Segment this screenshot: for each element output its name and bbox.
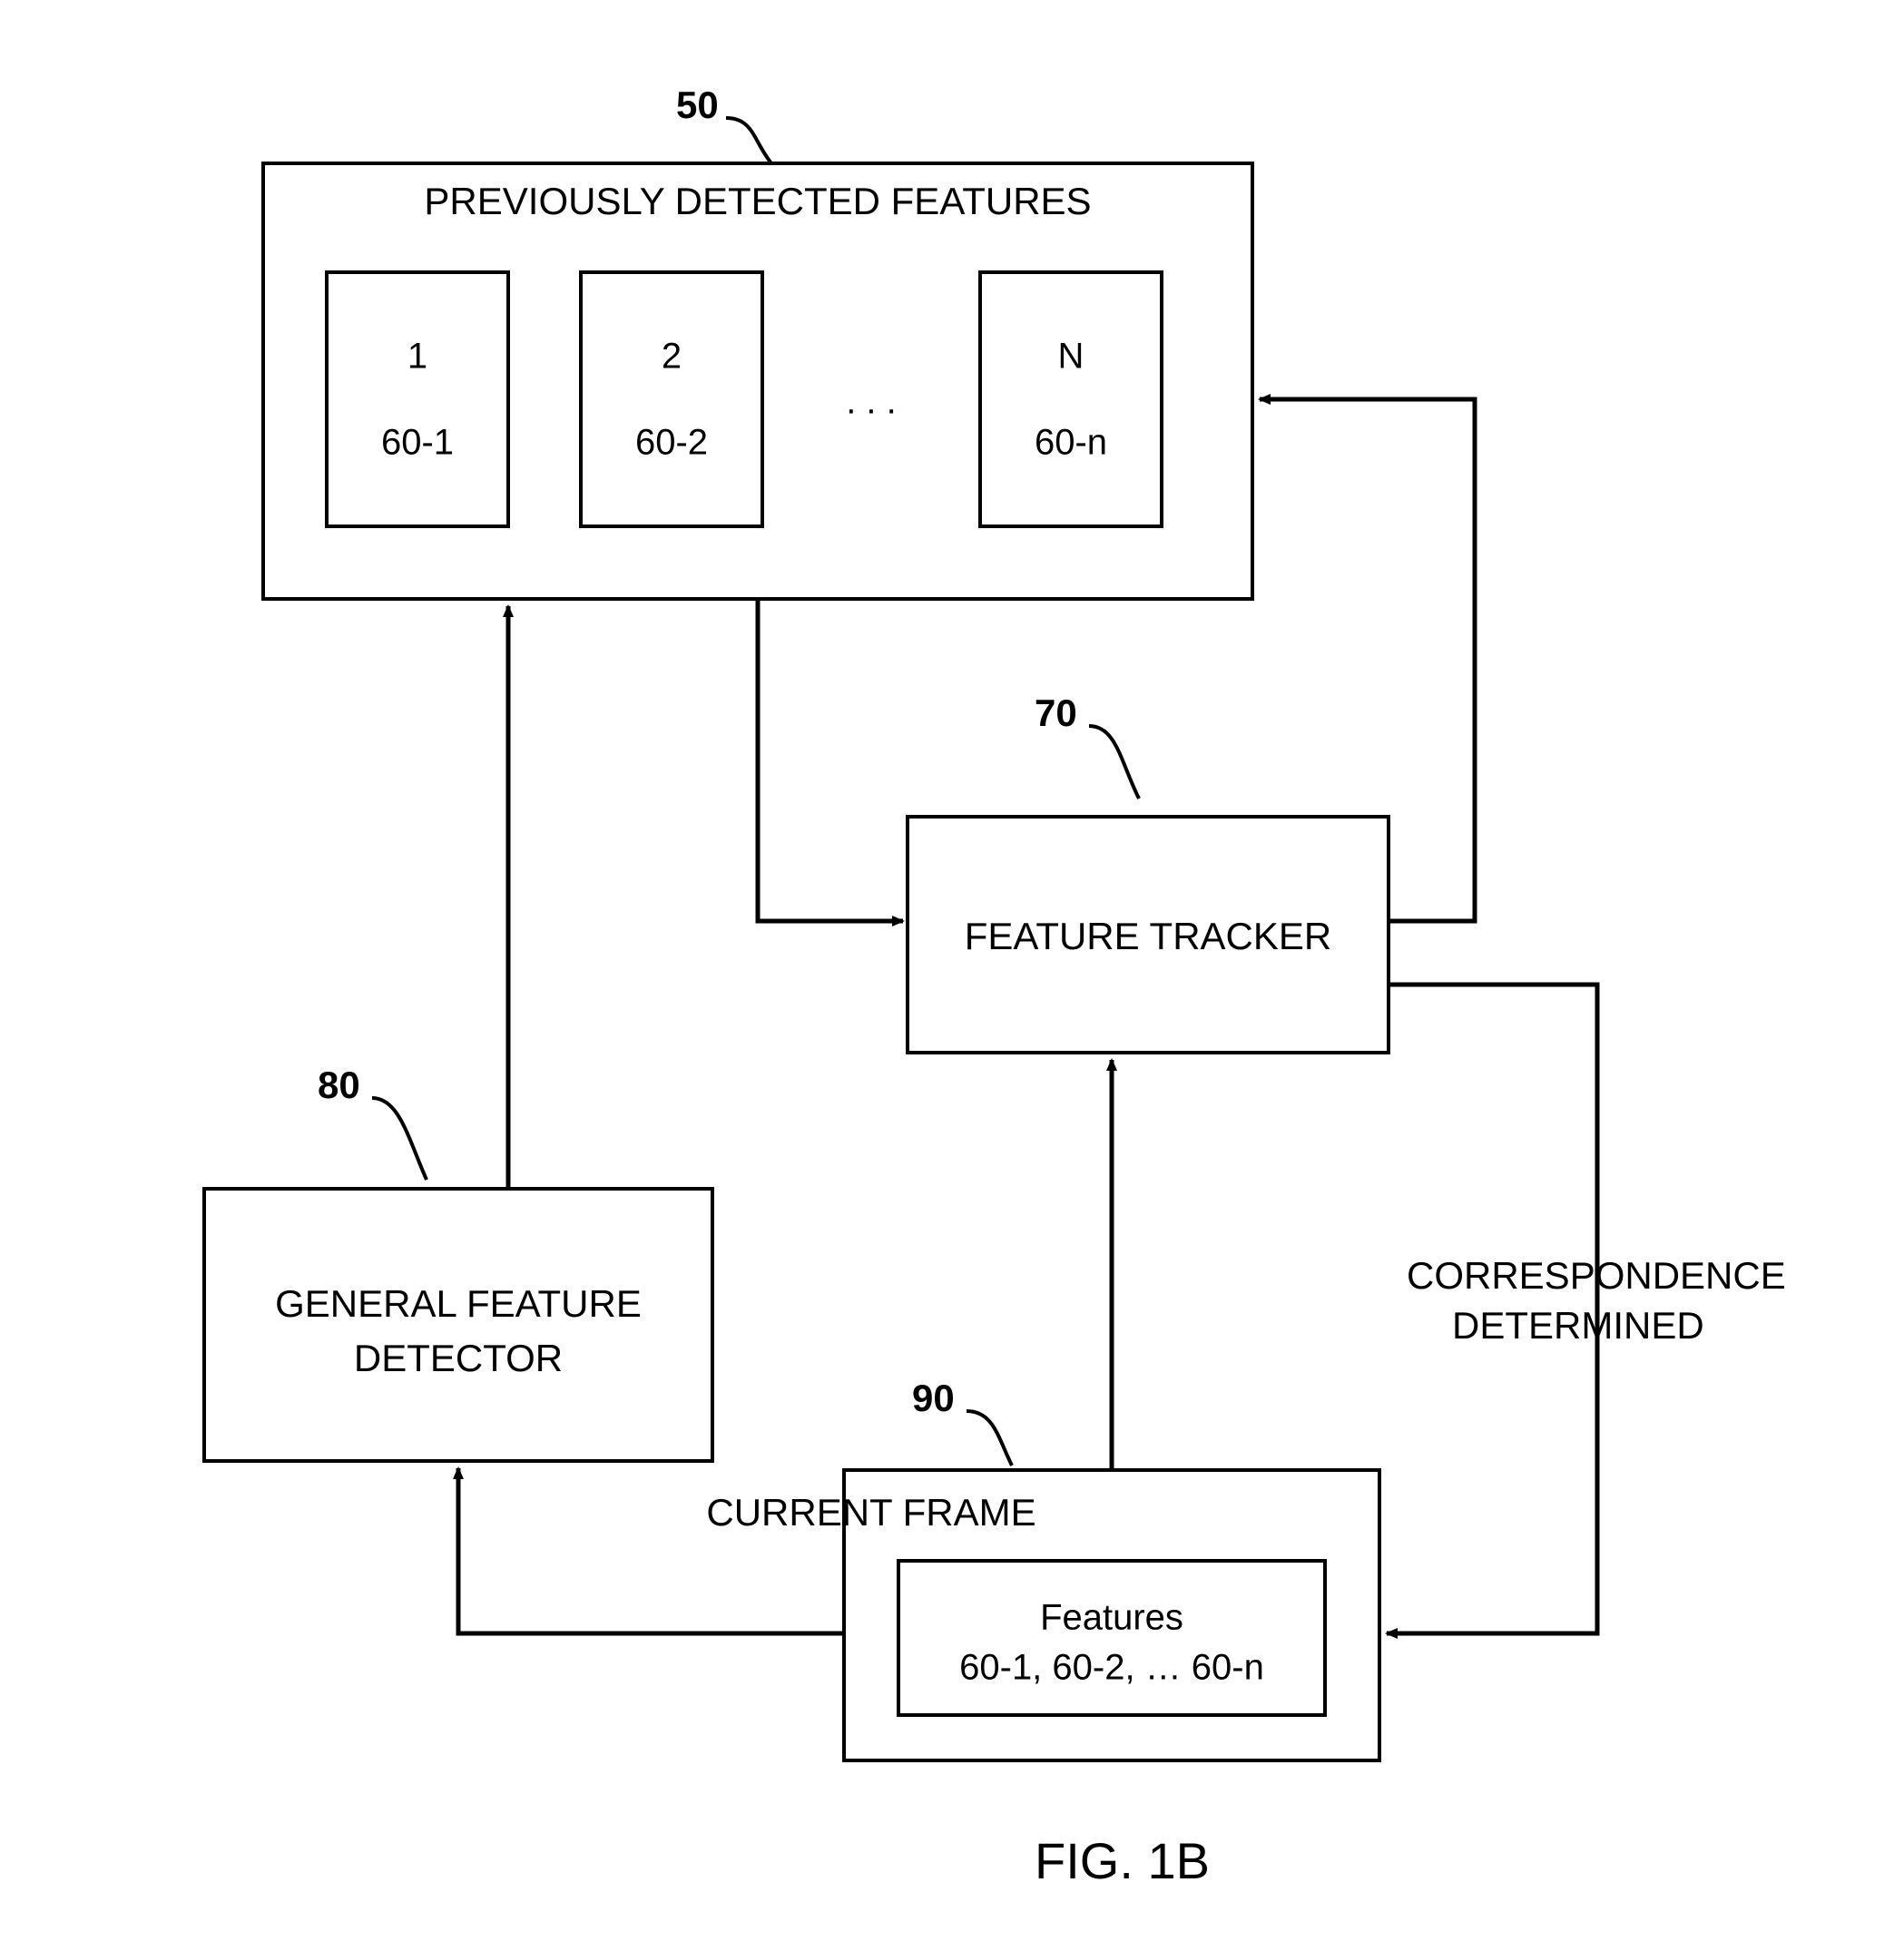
arrow-tracker-to-prev xyxy=(1260,399,1475,921)
prev-features-box: PREVIOUSLY DETECTED FEATURES 1 60-1 2 60… xyxy=(263,163,1252,599)
ref-50-leader xyxy=(726,118,771,163)
feature2-num: 2 xyxy=(662,337,682,377)
ref-80: 80 xyxy=(318,1064,360,1106)
feature-box-2: 2 60-2 xyxy=(581,272,762,526)
ref-70: 70 xyxy=(1035,691,1077,734)
features-line1: Features xyxy=(1040,1598,1183,1638)
correspondence-line2: DETERMINED xyxy=(1452,1304,1704,1347)
featureN-num: N xyxy=(1058,337,1084,377)
feature-tracker-box: FEATURE TRACKER xyxy=(908,817,1389,1053)
arrow-prev-to-tracker xyxy=(758,599,903,921)
features-line2: 60-1, 60-2, … 60-n xyxy=(959,1648,1264,1688)
figure-label: FIG. 1B xyxy=(1035,1832,1210,1889)
detector-line1: GENERAL FEATURE xyxy=(275,1282,642,1325)
current-frame-box: CURRENT FRAME Features 60-1, 60-2, … 60-… xyxy=(706,1470,1379,1760)
ref-90: 90 xyxy=(912,1377,955,1419)
feature1-num: 1 xyxy=(407,337,427,377)
feature-box-n: N 60-n xyxy=(980,272,1162,526)
featureN-ref: 60-n xyxy=(1035,423,1107,463)
detector-line2: DETECTOR xyxy=(354,1337,563,1379)
feature2-ref: 60-2 xyxy=(635,423,708,463)
feature-box-1: 1 60-1 xyxy=(327,272,508,526)
ref-70-leader xyxy=(1089,726,1139,799)
correspondence-line1: CORRESPONDENCE xyxy=(1407,1254,1786,1297)
ref-80-leader xyxy=(372,1098,427,1180)
prev-features-title: PREVIOUSLY DETECTED FEATURES xyxy=(424,180,1091,222)
ref-50: 50 xyxy=(676,83,719,126)
ellipsis: . . . xyxy=(846,382,897,422)
feature-tracker-label: FEATURE TRACKER xyxy=(965,915,1332,957)
current-frame-title: CURRENT FRAME xyxy=(706,1491,1035,1534)
feature1-ref: 60-1 xyxy=(381,423,454,463)
ref-90-leader xyxy=(967,1411,1012,1466)
general-feature-detector-box: GENERAL FEATURE DETECTOR xyxy=(204,1189,712,1461)
